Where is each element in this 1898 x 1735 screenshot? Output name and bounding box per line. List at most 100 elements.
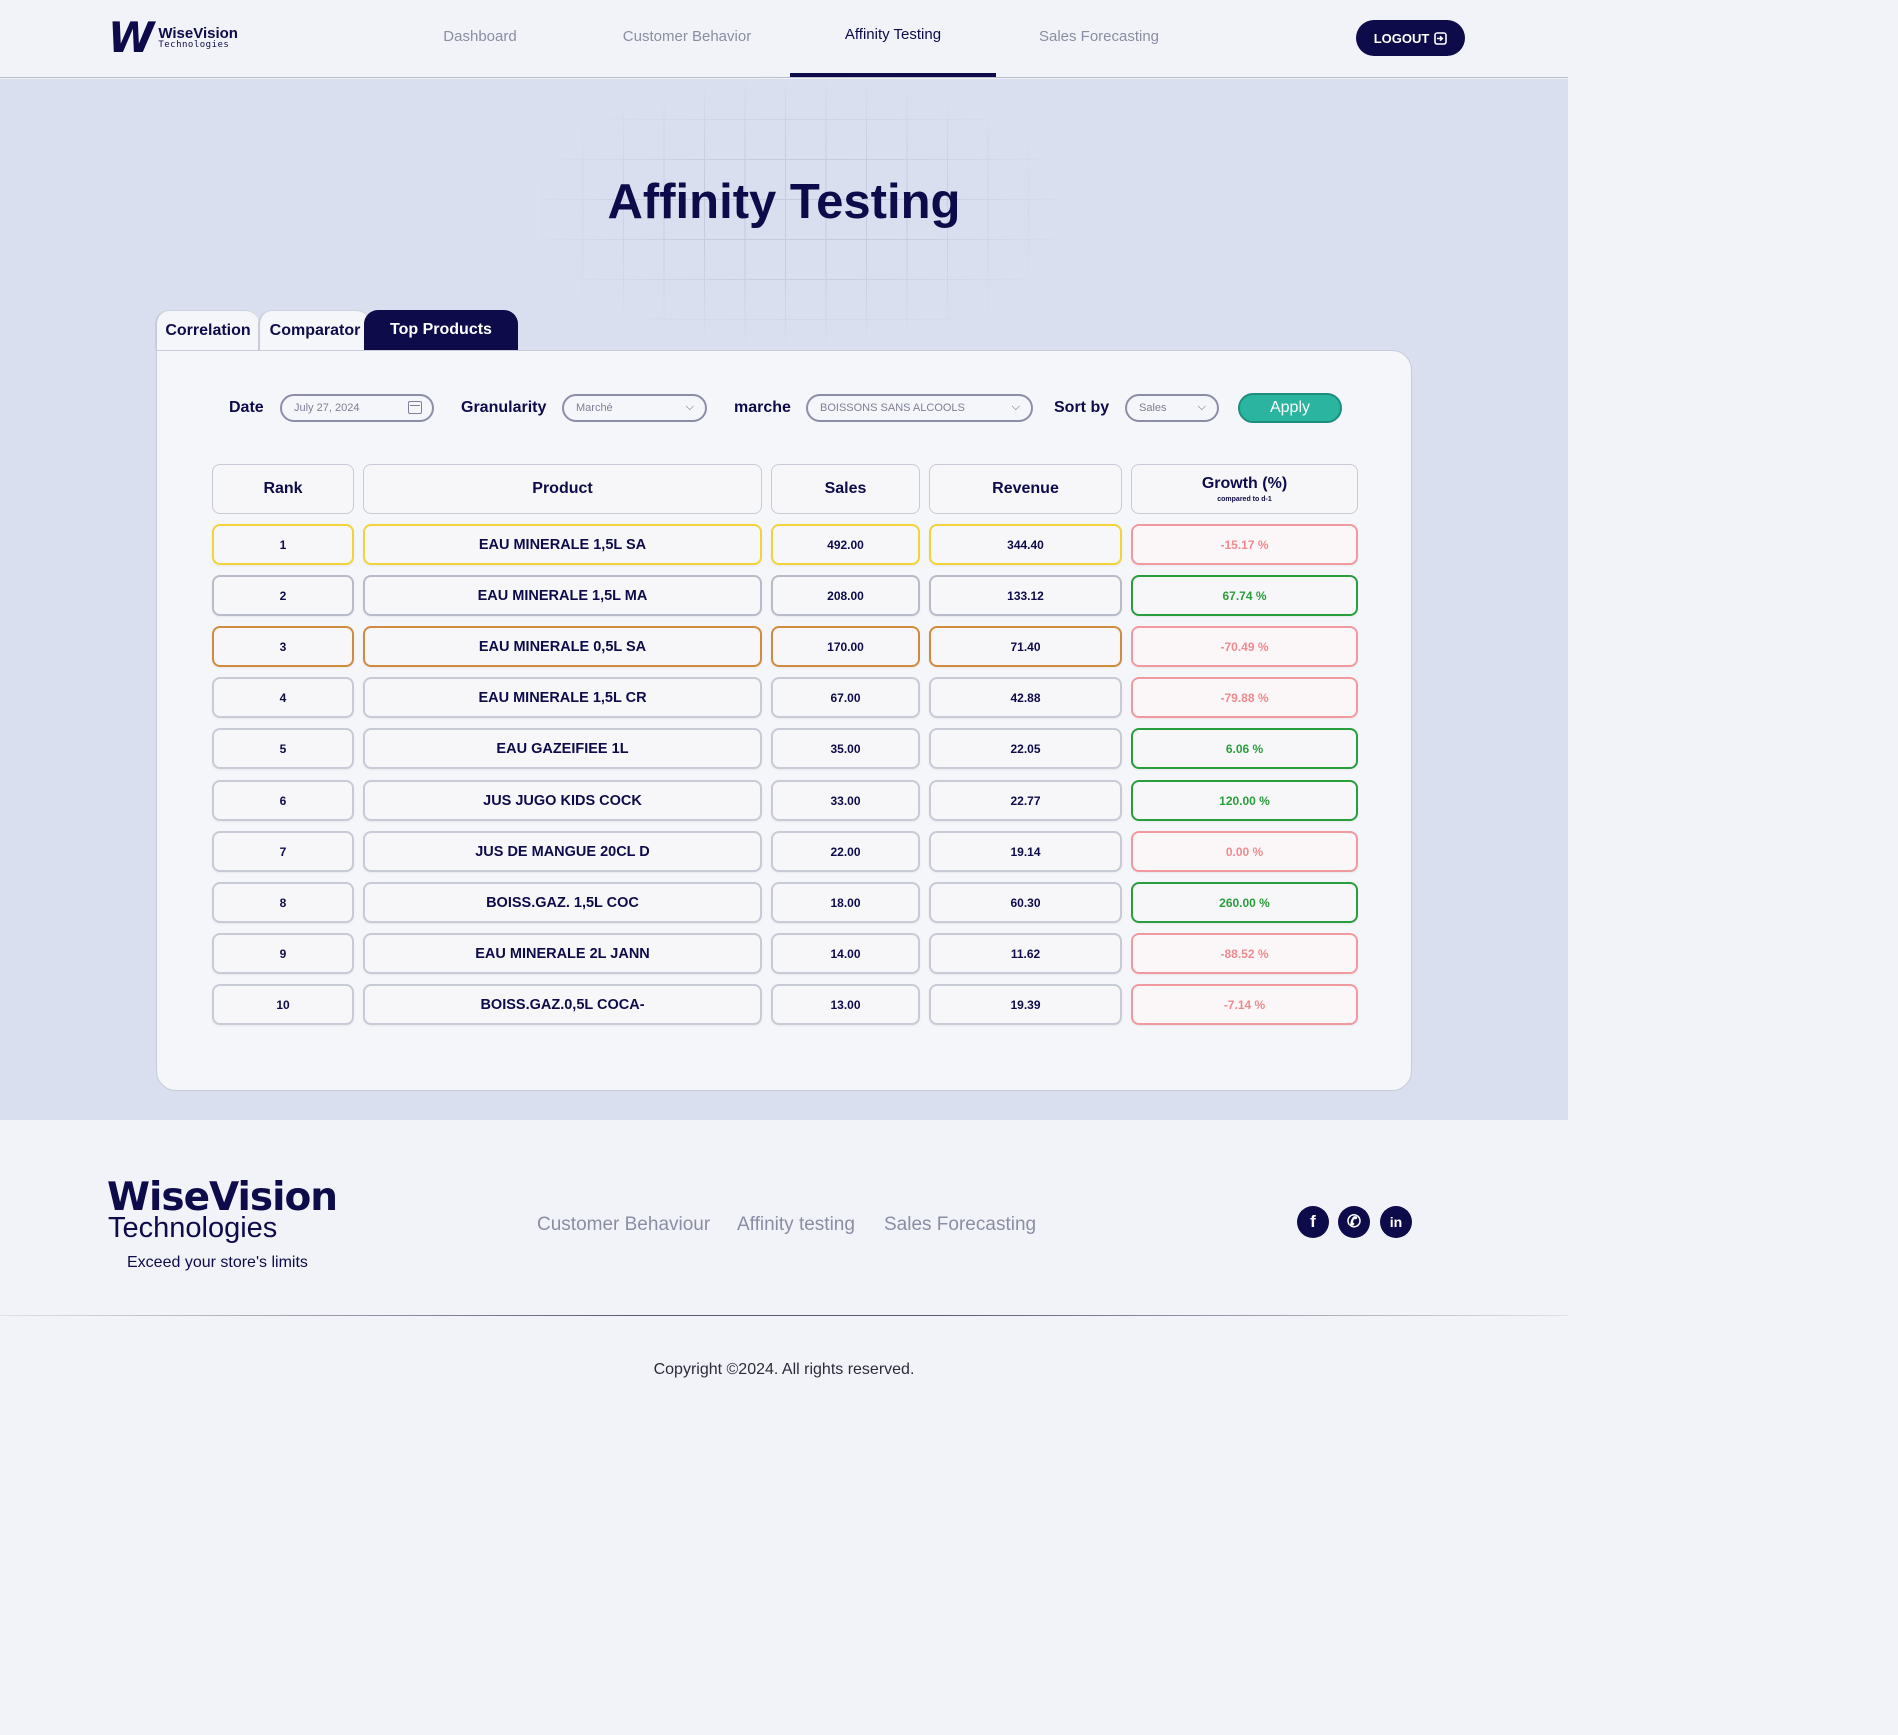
growth-cell: -7.14 % [1131, 984, 1358, 1025]
tab-comparator[interactable]: Comparator [258, 310, 370, 350]
sort-label: Sort by [1054, 399, 1110, 416]
sales-cell: 14.00 [771, 933, 920, 974]
product-cell: JUS JUGO KIDS COCK [363, 780, 762, 821]
growth-cell: -70.49 % [1131, 626, 1358, 667]
marche-select[interactable]: BOISSONS SANS ALCOOLS ⌵ [806, 394, 1033, 422]
rank-cell: 6 [212, 780, 354, 821]
date-value: July 27, 2024 [294, 402, 360, 414]
header-growth[interactable]: Growth (%) compared to d-1 [1131, 464, 1358, 514]
product-cell: BOISS.GAZ. 1,5L COC [363, 882, 762, 923]
header-sales[interactable]: Sales [771, 464, 920, 514]
chevron-down-icon: ⌵ [1011, 401, 1020, 413]
footer-tagline: Exceed your store's limits [127, 1254, 308, 1271]
revenue-cell: 11.62 [929, 933, 1122, 974]
logout-label: LOGOUT [1373, 30, 1430, 46]
brand-logo[interactable]: W WiseVision Technologies [108, 17, 238, 59]
date-label: Date [229, 399, 264, 416]
nav-sales-forecasting[interactable]: Sales Forecasting [996, 28, 1202, 45]
footer-divider [0, 1315, 1568, 1316]
revenue-cell: 42.88 [929, 677, 1122, 718]
footer-link-sales-forecasting[interactable]: Sales Forecasting [884, 1214, 1036, 1236]
growth-cell: 6.06 % [1131, 728, 1358, 769]
revenue-cell: 19.39 [929, 984, 1122, 1025]
growth-cell: 120.00 % [1131, 780, 1358, 821]
rank-cell: 9 [212, 933, 354, 974]
revenue-cell: 344.40 [929, 524, 1122, 565]
apply-button[interactable]: Apply [1238, 393, 1342, 423]
sales-cell: 208.00 [771, 575, 920, 616]
page-title: Affinity Testing [607, 175, 961, 229]
rank-cell: 4 [212, 677, 354, 718]
rank-cell: 5 [212, 728, 354, 769]
product-cell: EAU MINERALE 1,5L SA [363, 524, 762, 565]
growth-cell: 0.00 % [1131, 831, 1358, 872]
brand-mark-icon: W [108, 13, 154, 62]
revenue-cell: 19.14 [929, 831, 1122, 872]
product-cell: BOISS.GAZ.0,5L COCA- [363, 984, 762, 1025]
header-product[interactable]: Product [363, 464, 762, 514]
granularity-label: Granularity [461, 399, 547, 416]
brand-sub: Technologies [158, 40, 230, 50]
growth-cell: 260.00 % [1131, 882, 1358, 923]
growth-cell: -88.52 % [1131, 933, 1358, 974]
top-navbar: W WiseVision Technologies Dashboard Cust… [0, 0, 1568, 78]
chevron-down-icon: ⌵ [1197, 401, 1206, 413]
sales-cell: 33.00 [771, 780, 920, 821]
sales-cell: 35.00 [771, 728, 920, 769]
sales-cell: 18.00 [771, 882, 920, 923]
revenue-cell: 22.77 [929, 780, 1122, 821]
product-cell: EAU MINERALE 2L JANN [363, 933, 762, 974]
main-section: Affinity Testing Correlation Comparator … [0, 79, 1568, 1120]
tab-top-products[interactable]: Top Products [364, 310, 518, 350]
granularity-select[interactable]: Marché ⌵ [562, 394, 707, 422]
sales-cell: 170.00 [771, 626, 920, 667]
marche-label: marche [734, 399, 791, 416]
exit-icon [1434, 31, 1448, 45]
footer-link-affinity-testing[interactable]: Affinity testing [737, 1214, 855, 1236]
product-cell: EAU MINERALE 0,5L SA [363, 626, 762, 667]
footer-link-customer-behaviour[interactable]: Customer Behaviour [537, 1214, 710, 1236]
rank-cell: 2 [212, 575, 354, 616]
header-rank[interactable]: Rank [212, 464, 354, 514]
revenue-cell: 60.30 [929, 882, 1122, 923]
growth-cell: -15.17 % [1131, 524, 1358, 565]
nav-dashboard[interactable]: Dashboard [377, 28, 583, 45]
rank-cell: 3 [212, 626, 354, 667]
facebook-icon[interactable]: f [1297, 1206, 1329, 1238]
rank-cell: 8 [212, 882, 354, 923]
sort-select[interactable]: Sales ⌵ [1125, 394, 1219, 422]
footer-brand-sub: Technologies [108, 1212, 278, 1244]
sales-cell: 13.00 [771, 984, 920, 1025]
rank-cell: 1 [212, 524, 354, 565]
nav-affinity-testing[interactable]: Affinity Testing [790, 26, 996, 43]
tab-correlation[interactable]: Correlation [155, 310, 259, 350]
footer: WiseVision Technologies Exceed your stor… [0, 1120, 1568, 1433]
top-products-panel: Date July 27, 2024 Granularity Marché ⌵ … [156, 350, 1412, 1091]
brand-name: WiseVision [158, 25, 238, 42]
copyright: Copyright ©2024. All rights reserved. [653, 1361, 915, 1378]
header-revenue[interactable]: Revenue [929, 464, 1122, 514]
product-cell: EAU MINERALE 1,5L MA [363, 575, 762, 616]
revenue-cell: 71.40 [929, 626, 1122, 667]
linkedin-icon[interactable]: in [1380, 1206, 1412, 1238]
product-cell: EAU MINERALE 1,5L CR [363, 677, 762, 718]
granularity-value: Marché [576, 402, 613, 414]
date-picker[interactable]: July 27, 2024 [280, 394, 434, 422]
marche-value: BOISSONS SANS ALCOOLS [820, 402, 965, 414]
active-nav-indicator [790, 73, 996, 77]
whatsapp-icon[interactable]: ✆ [1338, 1206, 1370, 1238]
product-cell: JUS DE MANGUE 20CL D [363, 831, 762, 872]
nav-customer-behavior[interactable]: Customer Behavior [584, 28, 790, 45]
growth-cell: -79.88 % [1131, 677, 1358, 718]
growth-subtitle: compared to d-1 [1217, 496, 1272, 503]
rank-cell: 7 [212, 831, 354, 872]
rank-cell: 10 [212, 984, 354, 1025]
sales-cell: 67.00 [771, 677, 920, 718]
sales-cell: 492.00 [771, 524, 920, 565]
sales-cell: 22.00 [771, 831, 920, 872]
logout-button[interactable]: LOGOUT [1356, 20, 1465, 56]
product-cell: EAU GAZEIFIEE 1L [363, 728, 762, 769]
chevron-down-icon: ⌵ [685, 401, 694, 413]
revenue-cell: 133.12 [929, 575, 1122, 616]
revenue-cell: 22.05 [929, 728, 1122, 769]
